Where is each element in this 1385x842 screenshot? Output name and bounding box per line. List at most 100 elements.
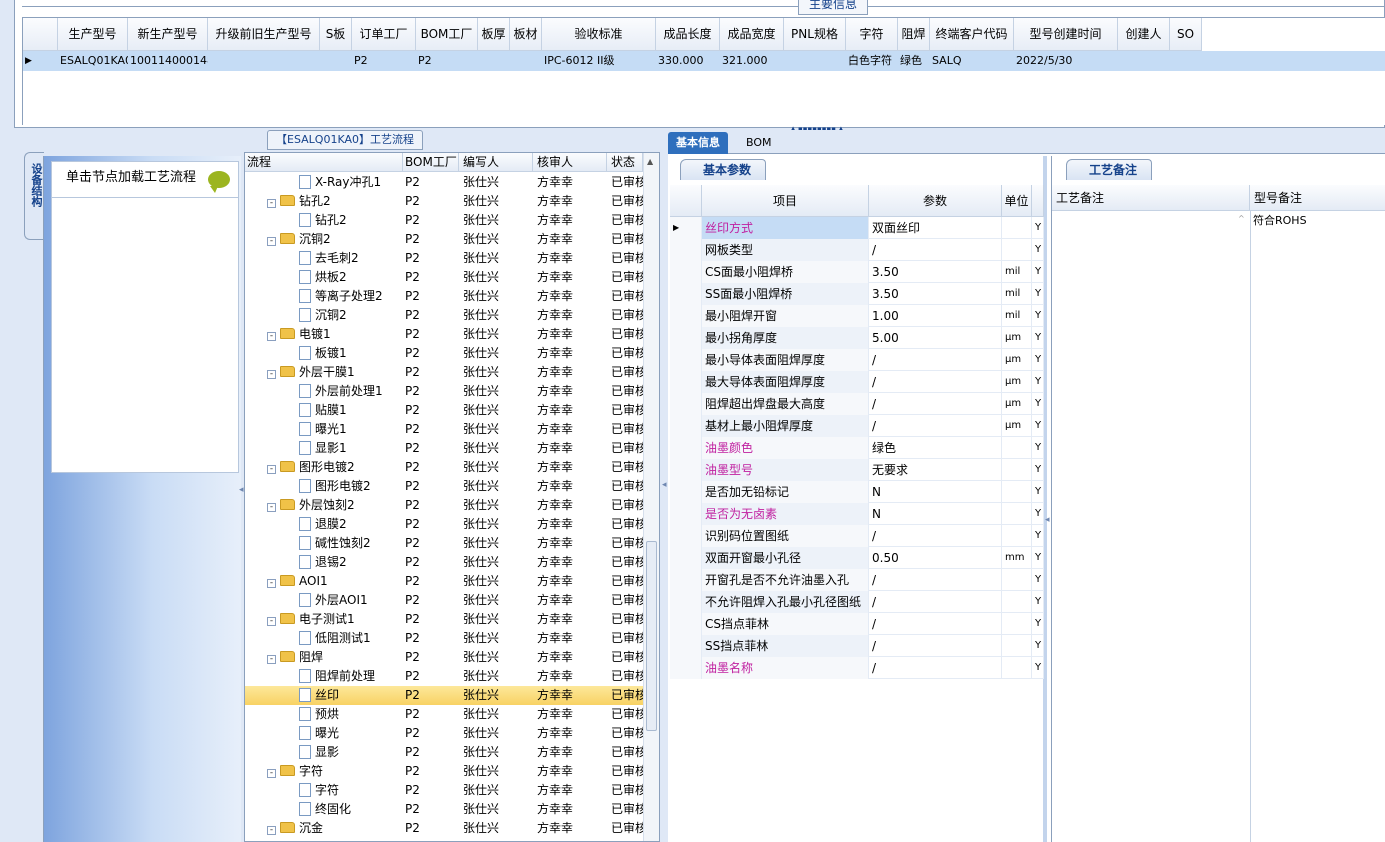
flow-tree-row[interactable]: 阻焊前处理 P2 张仕兴 方幸幸 已审核	[245, 667, 643, 686]
main-info-cell[interactable]: 2022/5/30	[1014, 51, 1118, 71]
flow-tree-row[interactable]: 烘板2 P2 张仕兴 方幸幸 已审核	[245, 268, 643, 287]
param-row[interactable]: 最小导体表面阻焊厚度 / μm Y	[670, 349, 1044, 371]
param-value-cell[interactable]: 3.50	[869, 261, 1002, 283]
param-row[interactable]: 最小拐角厚度 5.00 μm Y	[670, 327, 1044, 349]
col-header[interactable]: 成品长度	[656, 18, 720, 51]
param-value-cell[interactable]: /	[869, 657, 1002, 679]
tab-equipment-structure[interactable]: 设备结构	[24, 152, 44, 240]
flow-tree-row[interactable]: 贴膜1 P2 张仕兴 方幸幸 已审核	[245, 401, 643, 420]
flow-tree-row[interactable]: 曝光1 P2 张仕兴 方幸幸 已审核	[245, 420, 643, 439]
flow-tree-row[interactable]: 低阻测试1 P2 张仕兴 方幸幸 已审核	[245, 629, 643, 648]
splitter-grip-icon[interactable]: ◂	[1045, 515, 1050, 525]
param-row[interactable]: CS挡点菲林 / Y	[670, 613, 1044, 635]
param-row[interactable]: 油墨型号 无要求 Y	[670, 459, 1044, 481]
param-row[interactable]: 网板类型 / Y	[670, 239, 1044, 261]
flow-tree-row[interactable]: - 沉铜2 P2 张仕兴 方幸幸 已审核	[245, 230, 643, 249]
param-value-cell[interactable]: /	[869, 349, 1002, 371]
col-header[interactable]: 板厚	[478, 18, 510, 51]
col-header[interactable]: 字符	[846, 18, 898, 51]
param-row[interactable]: 是否加无铅标记 N Y	[670, 481, 1044, 503]
col-process-note[interactable]: 工艺备注	[1052, 185, 1250, 211]
col-header[interactable]: 新生产型号	[128, 18, 208, 51]
flow-node[interactable]: - 外层蚀刻2	[249, 496, 403, 515]
flow-node[interactable]: 图形电镀2	[249, 477, 403, 496]
flow-node[interactable]: 阻焊前处理	[249, 667, 403, 686]
collapse-icon[interactable]: -	[267, 826, 276, 835]
flow-node[interactable]: - 沉金	[249, 819, 403, 838]
param-value-cell[interactable]: 1.00	[869, 305, 1002, 327]
collapse-icon[interactable]: -	[267, 655, 276, 664]
param-value-cell[interactable]: /	[869, 569, 1002, 591]
flow-node[interactable]: - 外层干膜1	[249, 363, 403, 382]
collapse-icon[interactable]: -	[267, 237, 276, 246]
flow-node[interactable]: 等离子处理2	[249, 287, 403, 306]
flow-node[interactable]: 外层AOI1	[249, 591, 403, 610]
col-flow[interactable]: 流程	[245, 153, 403, 172]
main-info-cell[interactable]: 321.000	[720, 51, 784, 71]
flow-node[interactable]: 烘板2	[249, 268, 403, 287]
flow-tree-row[interactable]: 丝印 P2 张仕兴 方幸幸 已审核	[245, 686, 643, 705]
flow-node[interactable]: - 电镀1	[249, 325, 403, 344]
main-info-cell[interactable]: P2	[352, 51, 416, 71]
param-value-cell[interactable]: /	[869, 591, 1002, 613]
param-value-cell[interactable]: /	[869, 613, 1002, 635]
flow-tree-row[interactable]: 等离子处理2 P2 张仕兴 方幸幸 已审核	[245, 287, 643, 306]
flow-tree-row[interactable]: 曝光 P2 张仕兴 方幸幸 已审核	[245, 724, 643, 743]
flow-node[interactable]: 外层前处理1	[249, 382, 403, 401]
param-value-cell[interactable]: /	[869, 393, 1002, 415]
col-writer[interactable]: 编写人	[459, 153, 533, 172]
main-info-cell[interactable]: SALQ	[930, 51, 1014, 71]
flow-node[interactable]: 低阻测试1	[249, 629, 403, 648]
flow-tree-row[interactable]: 钻孔2 P2 张仕兴 方幸幸 已审核	[245, 211, 643, 230]
flow-tree-row[interactable]: - 钻孔2 P2 张仕兴 方幸幸 已审核	[245, 192, 643, 211]
flow-tree-row[interactable]: 沉铜2 P2 张仕兴 方幸幸 已审核	[245, 306, 643, 325]
flow-tree-row[interactable]: 显影1 P2 张仕兴 方幸幸 已审核	[245, 439, 643, 458]
col-header[interactable]: 型号创建时间	[1014, 18, 1118, 51]
param-value-cell[interactable]: 绿色	[869, 437, 1002, 459]
col-header[interactable]: 升级前旧生产型号	[208, 18, 320, 51]
flow-tree-row[interactable]: - 字符 P2 张仕兴 方幸幸 已审核	[245, 762, 643, 781]
flow-node[interactable]: - 沉铜2	[249, 230, 403, 249]
param-value-cell[interactable]: 5.00	[869, 327, 1002, 349]
scroll-up-icon[interactable]: ▲	[647, 157, 653, 166]
param-row[interactable]: 阻焊超出焊盘最大高度 / μm Y	[670, 393, 1044, 415]
param-value-cell[interactable]: N	[869, 481, 1002, 503]
flow-node[interactable]: 预烘	[249, 705, 403, 724]
col-header[interactable]: 终端客户代码	[930, 18, 1014, 51]
param-row[interactable]: SS挡点菲林 / Y	[670, 635, 1044, 657]
flow-tree-row[interactable]: - AOI1 P2 张仕兴 方幸幸 已审核	[245, 572, 643, 591]
param-row[interactable]: 识别码位置图纸 / Y	[670, 525, 1044, 547]
flow-node[interactable]: 钻孔2	[249, 211, 403, 230]
flow-tree-row[interactable]: - 电子测试1 P2 张仕兴 方幸幸 已审核	[245, 610, 643, 629]
collapse-icon[interactable]: -	[267, 503, 276, 512]
params-corner[interactable]	[670, 185, 702, 217]
col-header[interactable]: BOM工厂	[416, 18, 478, 51]
flow-node[interactable]: 退膜2	[249, 515, 403, 534]
flow-node[interactable]: 沉铜2	[249, 306, 403, 325]
scroll-up-icon[interactable]: ^	[1238, 214, 1245, 223]
main-info-cell[interactable]	[208, 51, 320, 71]
col-header[interactable]: SO	[1170, 18, 1202, 51]
flow-tree-row[interactable]: 字符 P2 张仕兴 方幸幸 已审核	[245, 781, 643, 800]
flow-tree-row[interactable]: - 图形电镀2 P2 张仕兴 方幸幸 已审核	[245, 458, 643, 477]
main-info-cell[interactable]: 330.000	[656, 51, 720, 71]
param-row[interactable]: 是否为无卤素 N Y	[670, 503, 1044, 525]
flow-tree-row[interactable]: - 沉金 P2 张仕兴 方幸幸 已审核	[245, 819, 643, 838]
splitter-grip-icon[interactable]: ◂	[239, 485, 244, 495]
flow-node[interactable]: 贴膜1	[249, 401, 403, 420]
param-row[interactable]: 油墨名称 / Y	[670, 657, 1044, 679]
param-value-cell[interactable]: 无要求	[869, 459, 1002, 481]
col-value[interactable]: 参数	[869, 185, 1002, 217]
col-model-note[interactable]: 型号备注	[1250, 185, 1385, 211]
col-header[interactable]: PNL规格	[784, 18, 846, 51]
grid-corner[interactable]	[23, 18, 58, 51]
flow-tree-row[interactable]: 板镀1 P2 张仕兴 方幸幸 已审核	[245, 344, 643, 363]
tab-basic-info[interactable]: 基本信息	[668, 132, 728, 154]
col-header[interactable]: 板材	[510, 18, 542, 51]
splitter-grip-icon[interactable]: ◂	[662, 480, 667, 490]
flow-node[interactable]: 丝印	[249, 686, 403, 705]
flow-node[interactable]: - 字符	[249, 762, 403, 781]
collapse-icon[interactable]: -	[267, 465, 276, 474]
flow-tree-row[interactable]: 外层前处理1 P2 张仕兴 方幸幸 已审核	[245, 382, 643, 401]
col-header[interactable]: S板	[320, 18, 352, 51]
